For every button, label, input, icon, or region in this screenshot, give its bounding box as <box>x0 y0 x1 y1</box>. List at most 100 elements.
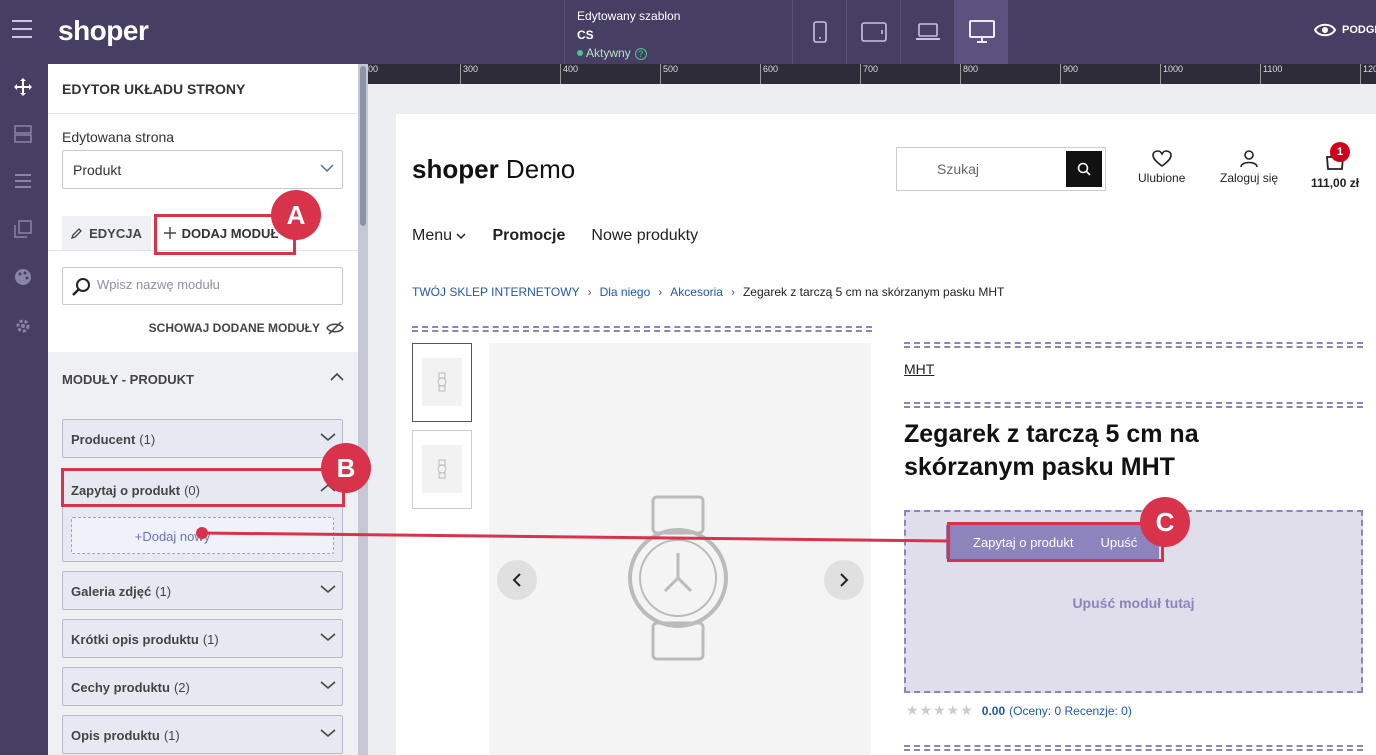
gallery-thumbnail[interactable] <box>412 343 472 422</box>
desktop-icon <box>968 20 995 43</box>
breadcrumb-link[interactable]: TWÓJ SKLEP INTERNETOWY <box>412 285 580 299</box>
user-icon <box>1240 150 1258 168</box>
drop-zone-line <box>904 402 1363 408</box>
move-icon[interactable] <box>12 76 34 98</box>
ruler-tick: 1000 <box>1160 64 1183 84</box>
module-name: Producent <box>71 432 136 447</box>
annotation-marker-a: A <box>271 190 321 240</box>
hamburger-icon[interactable] <box>12 20 32 42</box>
chevron-right-icon <box>840 573 849 587</box>
store-nav: Menu Promocje Nowe produkty <box>412 227 724 245</box>
store-search[interactable] <box>896 147 1106 191</box>
preview-button[interactable]: PODGL <box>1314 22 1376 38</box>
device-tablet-button[interactable] <box>846 0 900 64</box>
favorites-label: Ulubione <box>1138 171 1186 185</box>
chevron-right-icon: › <box>658 285 663 299</box>
ruler-tick: 500 <box>660 64 678 84</box>
annotation-marker-b: B <box>321 443 371 493</box>
tab-add-label: DODAJ MODUŁ <box>181 225 279 241</box>
palette-icon[interactable] <box>12 266 34 288</box>
product-brand-link[interactable]: MHT <box>904 361 934 377</box>
module-search[interactable] <box>62 267 343 305</box>
tab-add-module[interactable]: DODAJ MODUŁ <box>156 216 286 250</box>
status-dot-icon <box>577 50 583 56</box>
breadcrumb-link[interactable]: Dla niego <box>600 285 651 299</box>
divider <box>48 113 358 114</box>
ruler-tick: 900 <box>1060 64 1078 84</box>
cart-link[interactable]: 1 111,00 zł <box>1311 142 1359 190</box>
rating-meta[interactable]: (Oceny: 0 Recenzje: 0) <box>1009 704 1132 718</box>
gallery-thumbnail[interactable] <box>412 430 472 509</box>
ruler-tick: 200 <box>368 64 378 84</box>
chevron-up-icon <box>330 372 344 381</box>
nav-new-products[interactable]: Nowe produkty <box>591 227 698 245</box>
help-icon[interactable]: ? <box>634 48 647 60</box>
product-rating: ★★★★★ 0.00 (Oceny: 0 Recenzje: 0) <box>906 702 1132 719</box>
template-status-text: Aktywny <box>586 46 631 60</box>
store-search-input[interactable] <box>937 161 1057 177</box>
phone-icon <box>812 21 827 43</box>
store-search-button[interactable] <box>1066 151 1102 187</box>
favorites-link[interactable]: Ulubione <box>1138 150 1185 185</box>
edited-page-select[interactable]: Produkt <box>62 150 343 189</box>
login-link[interactable]: Zaloguj się <box>1220 150 1278 185</box>
gallery-prev-button[interactable] <box>497 560 537 600</box>
tablet-icon <box>860 22 887 42</box>
drop-zone-line <box>904 342 1363 348</box>
rows-icon[interactable] <box>12 170 34 192</box>
login-label: Zaloguj się <box>1220 171 1279 185</box>
hide-added-modules-button[interactable]: SCHOWAJ DODANE MODUŁY <box>149 321 344 335</box>
module-item[interactable]: Producent (1) <box>62 419 343 458</box>
device-desktop-button[interactable] <box>954 0 1008 64</box>
ruler-tick: 1200 <box>1360 64 1376 84</box>
module-count: (2) <box>173 680 190 695</box>
gallery-next-button[interactable] <box>824 560 864 600</box>
chevron-down-icon <box>320 633 336 642</box>
breadcrumb-link[interactable]: Akcesoria <box>670 285 723 299</box>
search-icon <box>72 278 90 296</box>
dragged-module-name: Zapytaj o produkt <box>973 534 1074 550</box>
annotation-marker-c: C <box>1140 497 1190 547</box>
module-item[interactable]: Krótki opis produktu (1) <box>62 619 343 658</box>
ruler-tick: 800 <box>960 64 978 84</box>
breadcrumb-current: Zegarek z tarczą 5 cm na skórzanym pasku… <box>742 285 1005 299</box>
settings-icon[interactable] <box>12 315 34 337</box>
panel-scrollbar-thumb[interactable] <box>360 66 366 226</box>
modules-section-title: MODUŁY - PRODUKT <box>62 372 194 387</box>
module-name: Cechy produktu <box>71 680 170 695</box>
module-item[interactable]: Galeria zdjęć (1) <box>62 571 343 610</box>
module-header: Zapytaj o produkt (0) <box>71 483 200 498</box>
store-logo-bold: shoper <box>412 154 499 184</box>
product-gallery <box>489 343 871 755</box>
module-item-expanded[interactable]: Zapytaj o produkt (0) +Dodaj nowy <box>62 470 343 562</box>
store-logo: shoper Demo <box>412 154 575 185</box>
module-item[interactable]: Cechy produktu (2) <box>62 667 343 706</box>
cart-icon-wrap: 1 <box>1324 142 1351 173</box>
watch-icon <box>422 358 462 406</box>
pencil-icon <box>71 228 83 239</box>
nav-promotions[interactable]: Promocje <box>492 227 565 245</box>
device-laptop-button[interactable] <box>900 0 954 64</box>
heart-icon <box>1151 150 1172 167</box>
copy-icon[interactable] <box>12 218 34 240</box>
divider <box>48 250 358 251</box>
layout-icon[interactable] <box>12 123 34 145</box>
template-name: CS <box>577 28 594 42</box>
watch-icon <box>628 495 728 661</box>
nav-menu[interactable]: Menu <box>412 227 467 245</box>
chevron-down-icon <box>456 233 467 240</box>
device-phone-button[interactable] <box>792 0 846 64</box>
module-count: (1) <box>139 432 156 447</box>
laptop-icon <box>915 23 940 40</box>
modules-section-header[interactable]: MODUŁY - PRODUKT <box>48 352 358 404</box>
store-logo-rest: Demo <box>498 154 576 184</box>
module-search-input[interactable] <box>97 277 332 292</box>
module-item[interactable]: Opis produktu (1) <box>62 715 343 754</box>
left-rail <box>0 64 48 755</box>
chevron-down-icon <box>320 681 336 690</box>
ruler: 200 300 400 500 600 700 800 900 1000 110… <box>368 64 1376 84</box>
dragged-module-chip[interactable]: Zapytaj o produkt Upuść <box>946 525 1159 559</box>
module-name: Opis produktu <box>71 728 160 743</box>
tab-edit[interactable]: EDYCJA <box>62 216 151 250</box>
add-new-module-button[interactable]: +Dodaj nowy <box>71 517 334 554</box>
